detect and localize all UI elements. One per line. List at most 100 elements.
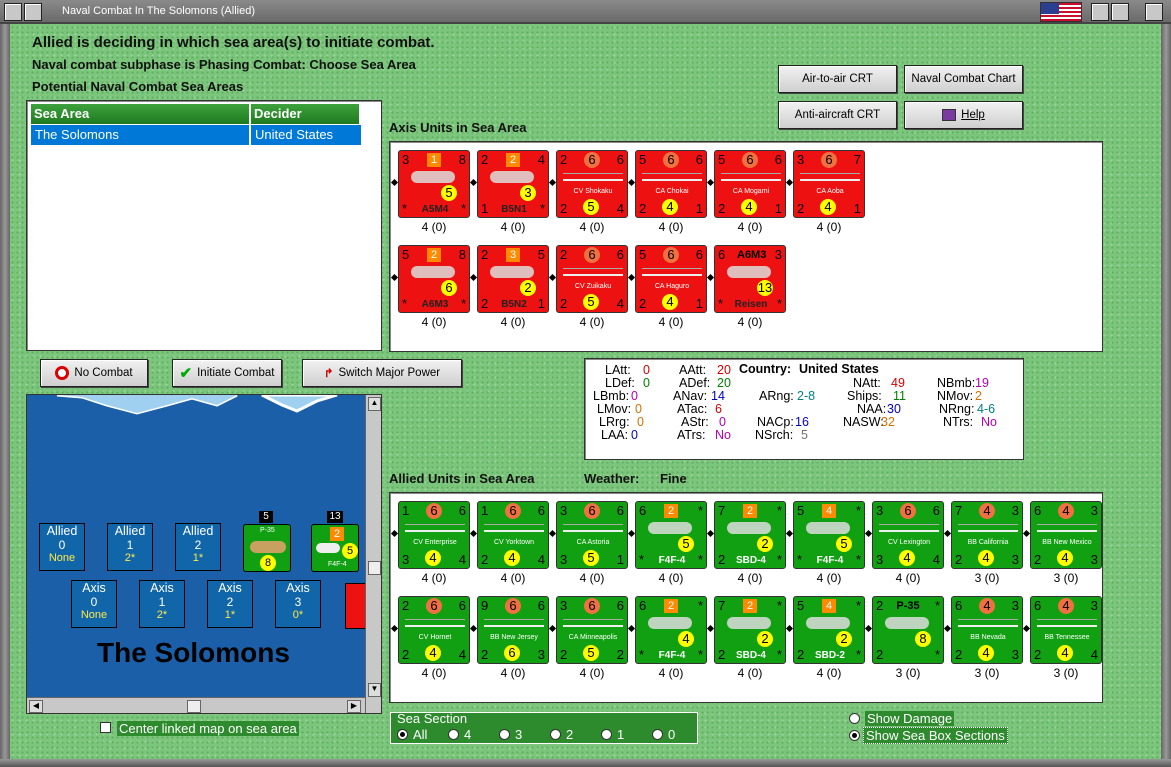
switch-major-power-button[interactable]: ↱ Switch Major Power bbox=[302, 359, 462, 387]
ship-silhouette-icon bbox=[642, 173, 702, 181]
counter-tl: 5 bbox=[639, 247, 647, 262]
stat-value-ships: 11 bbox=[893, 389, 906, 403]
counter-br: 4 bbox=[932, 552, 940, 567]
unit-counter[interactable]: 6 * * * 2 F4F-4 4 bbox=[635, 596, 707, 664]
counter-tr: 6 bbox=[774, 152, 782, 167]
unit-strength: 3 (0) bbox=[895, 666, 921, 680]
counter-top: 6 bbox=[821, 152, 837, 168]
initiate-combat-button[interactable]: ✔ Initiate Combat bbox=[172, 359, 282, 387]
row-sea-area[interactable]: The Solomons bbox=[30, 124, 250, 146]
map-stack-p35[interactable]: P-35 8 bbox=[243, 524, 291, 572]
center-map-checkbox[interactable] bbox=[100, 722, 111, 733]
unit-counter[interactable]: 3 7 2 1 6 CA Aoba 4 bbox=[793, 150, 865, 218]
scroll-up-icon[interactable]: ▲ bbox=[368, 397, 381, 411]
unit-counter[interactable]: 3 8 * * 1 A5M4 5 bbox=[398, 150, 470, 218]
counter-tr: 6 bbox=[932, 503, 940, 518]
maximize-button[interactable] bbox=[1111, 3, 1129, 21]
plane-silhouette-icon bbox=[806, 617, 850, 629]
sea-section-option-label: 0 bbox=[668, 727, 676, 742]
restore-button[interactable] bbox=[1091, 3, 1109, 21]
unit-counter[interactable]: 5 6 2 1 6 CA Mogami 4 bbox=[714, 150, 786, 218]
unit-counter[interactable]: 3 6 3 1 6 CA Astoria 5 bbox=[556, 501, 628, 569]
counter-br: 1 bbox=[616, 552, 624, 567]
unit-counter[interactable]: 2 5 2 1 3 B5N2 2 bbox=[477, 245, 549, 313]
map-hscrollbar[interactable]: ◀ ▶ bbox=[27, 697, 365, 713]
air-to-air-crt-button[interactable]: Air-to-air CRT bbox=[778, 65, 897, 93]
show-damage-radio[interactable] bbox=[849, 713, 860, 724]
unit-counter[interactable]: 2 6 2 4 6 CV Zuikaku 5 bbox=[556, 245, 628, 313]
axis-sea-box[interactable]: Axis 3 0* bbox=[275, 580, 321, 628]
sea-section-radio[interactable] bbox=[652, 729, 663, 740]
stat-value-natt: 49 bbox=[891, 376, 905, 390]
ship-silhouette-icon bbox=[721, 173, 781, 181]
unit-counter[interactable]: 5 6 2 1 6 CA Chokai 4 bbox=[635, 150, 707, 218]
unit-counter[interactable]: 6 3 * * A6M3 Reisen 13 bbox=[714, 245, 786, 313]
unit-counter[interactable]: 1 6 2 4 6 CV Yorktown 4 bbox=[477, 501, 549, 569]
no-combat-button[interactable]: No Combat bbox=[40, 359, 148, 387]
unit-counter[interactable]: 7 * 2 * 2 SBD-4 2 bbox=[714, 501, 786, 569]
unit-counter[interactable]: 5 * * * 4 F4F-4 5 bbox=[793, 501, 865, 569]
unit-counter[interactable]: 6 3 2 4 4 BB Tennessee 4 bbox=[1030, 596, 1102, 664]
minimize-button[interactable] bbox=[24, 3, 42, 21]
window-menu-button[interactable] bbox=[4, 3, 22, 21]
unit-counter[interactable]: 1 6 3 4 6 CV Enterprise 4 bbox=[398, 501, 470, 569]
help-button[interactable]: Help bbox=[904, 101, 1023, 129]
axis-sea-box[interactable]: Axis 0 None bbox=[71, 580, 117, 628]
scroll-left-icon[interactable]: ◀ bbox=[29, 700, 43, 713]
sea-section-radio[interactable] bbox=[397, 729, 408, 740]
sea-box-sub: None bbox=[80, 609, 108, 621]
unit-counter[interactable]: 2 6 2 4 6 CV Hornet 4 bbox=[398, 596, 470, 664]
allied-sea-box[interactable]: Allied 2 1* bbox=[175, 523, 221, 571]
anti-aircraft-crt-button[interactable]: Anti-aircraft CRT bbox=[778, 101, 897, 129]
sea-section-radio[interactable] bbox=[550, 729, 561, 740]
allied-sea-box[interactable]: Allied 1 2* bbox=[107, 523, 153, 571]
unit-strength: 4 (0) bbox=[579, 220, 605, 234]
axis-units-title: Axis Units in Sea Area bbox=[389, 120, 527, 135]
stat-value-nmov: 2 bbox=[975, 389, 982, 403]
unit-counter[interactable]: 6 3 2 3 4 BB Nevada 4 bbox=[951, 596, 1023, 664]
axis-sea-box[interactable]: Axis 2 1* bbox=[207, 580, 253, 628]
unit-counter[interactable]: 2 * 2 * P-35 8 bbox=[872, 596, 944, 664]
unit-counter[interactable]: 2 6 2 4 6 CV Shokaku 5 bbox=[556, 150, 628, 218]
unit-counter[interactable]: 9 6 2 3 6 BB New Jersey 6 bbox=[477, 596, 549, 664]
map-stack-f4f4[interactable]: 2 5 F4F-4 bbox=[311, 524, 359, 572]
unit-counter[interactable]: 5 6 2 1 6 CA Haguro 4 bbox=[635, 245, 707, 313]
counter-br: 4 bbox=[458, 552, 466, 567]
close-button[interactable] bbox=[1145, 3, 1163, 21]
unit-counter[interactable]: 2 4 1 * 2 B5N1 3 bbox=[477, 150, 549, 218]
map-vscrollbar[interactable]: ▲ ▼ bbox=[365, 395, 381, 713]
scroll-right-icon[interactable]: ▶ bbox=[347, 700, 361, 713]
allied-sea-box[interactable]: Allied 0 None bbox=[39, 523, 85, 571]
hscroll-thumb[interactable] bbox=[187, 700, 201, 713]
sea-section-radio[interactable] bbox=[499, 729, 510, 740]
combat-factor: 2 bbox=[520, 280, 536, 296]
vscroll-thumb[interactable] bbox=[368, 561, 381, 575]
col-decider[interactable]: Decider bbox=[250, 103, 360, 125]
unit-counter[interactable]: 5 * 2 * 4 SBD-2 2 bbox=[793, 596, 865, 664]
unit-counter[interactable]: 7 * 2 * 2 SBD-4 2 bbox=[714, 596, 786, 664]
row-decider[interactable]: United States bbox=[250, 124, 362, 146]
naval-combat-chart-button[interactable]: Naval Combat Chart bbox=[904, 65, 1023, 93]
counter-br: 4 bbox=[616, 296, 624, 311]
ship-silhouette-icon bbox=[484, 524, 544, 532]
unit-counter[interactable]: 3 6 2 2 6 CA Minneapolis 5 bbox=[556, 596, 628, 664]
counter-top: 6 bbox=[584, 247, 600, 263]
unit-counter[interactable]: 6 3 2 3 4 BB New Mexico 4 bbox=[1030, 501, 1102, 569]
unit-counter[interactable]: 3 6 3 4 6 CV Lexington 4 bbox=[872, 501, 944, 569]
counter-tl: 6 bbox=[955, 598, 963, 613]
sea-map[interactable]: Allied 0 None Allied 1 2* Allied 2 1* Axis 0 None A… bbox=[26, 394, 382, 714]
scroll-down-icon[interactable]: ▼ bbox=[368, 683, 381, 697]
axis-sea-box[interactable]: Axis 1 2* bbox=[139, 580, 185, 628]
stat-value-nacp: 16 bbox=[795, 415, 809, 429]
sea-section-option-label: 4 bbox=[464, 727, 472, 742]
unit-counter[interactable]: 5 8 * * 2 A6M3 6 bbox=[398, 245, 470, 313]
counter-br: 1 bbox=[695, 296, 703, 311]
stack-marker bbox=[627, 624, 636, 633]
sea-section-radio[interactable] bbox=[601, 729, 612, 740]
sea-section-radio[interactable] bbox=[448, 729, 459, 740]
unit-name: SBD-4 bbox=[735, 555, 766, 566]
col-sea-area[interactable]: Sea Area bbox=[30, 103, 250, 125]
unit-counter[interactable]: 7 3 2 3 4 BB California 4 bbox=[951, 501, 1023, 569]
show-sections-radio[interactable] bbox=[849, 730, 860, 741]
unit-counter[interactable]: 6 * * * 2 F4F-4 5 bbox=[635, 501, 707, 569]
